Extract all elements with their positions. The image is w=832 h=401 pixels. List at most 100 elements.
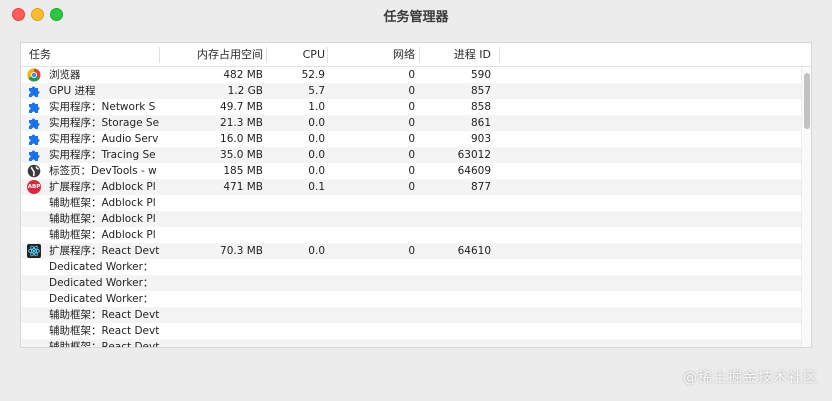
cpu-value: 0.0 xyxy=(308,165,325,177)
task-name: 辅助框架：Adblock Pl xyxy=(49,197,156,209)
memory-value xyxy=(191,227,263,243)
process-id xyxy=(441,307,491,323)
network-value: 0 xyxy=(408,181,415,193)
network-value: 0 xyxy=(408,165,415,177)
scrollbar-thumb[interactable] xyxy=(804,73,810,129)
puzzle-icon xyxy=(27,100,41,114)
column-header-cpu[interactable]: CPU xyxy=(283,43,325,67)
cpu-value: 0.0 xyxy=(308,245,325,257)
cpu-value xyxy=(283,323,325,339)
task-name: 辅助框架：React Devt xyxy=(49,309,160,321)
task-name: 辅助框架：Adblock Pl xyxy=(49,229,156,241)
cpu-value xyxy=(283,227,325,243)
memory-value xyxy=(191,307,263,323)
task-name: 扩展程序：Adblock Pl xyxy=(49,181,156,193)
process-id: 64610 xyxy=(457,245,491,257)
task-name: 实用程序：Tracing Se xyxy=(49,149,156,161)
table-row[interactable]: ABP 扩展程序：Adblock Pl 471 MB 0.1 0 877 xyxy=(21,179,801,195)
task-table: 任务 内存占用空间 CPU 网络 进程 ID 浏览器 482 MB 52.9 0 590… xyxy=(20,42,812,348)
task-name: Dedicated Worker： xyxy=(49,261,154,273)
table-row[interactable]: 标签页：DevTools - w 185 MB 0.0 0 64609 xyxy=(21,163,801,179)
cpu-value xyxy=(283,307,325,323)
network-value xyxy=(361,227,415,243)
table-row[interactable]: 辅助框架：React Devt xyxy=(21,339,801,348)
network-value xyxy=(361,259,415,275)
task-name: 扩展程序：React Devt xyxy=(49,245,160,257)
puzzle-icon xyxy=(27,148,41,162)
cpu-value xyxy=(283,275,325,291)
cpu-value xyxy=(283,259,325,275)
cpu-value: 0.0 xyxy=(308,117,325,129)
table-row[interactable]: Dedicated Worker： xyxy=(21,275,801,291)
table-header: 任务 内存占用空间 CPU 网络 进程 ID xyxy=(21,43,811,67)
cpu-value: 1.0 xyxy=(308,101,325,113)
network-value: 0 xyxy=(408,85,415,97)
memory-value: 49.7 MB xyxy=(220,101,263,113)
network-value: 0 xyxy=(408,149,415,161)
memory-value xyxy=(191,291,263,307)
column-header-memory[interactable]: 内存占用空间 xyxy=(171,43,263,67)
task-name: 实用程序：Audio Serv xyxy=(49,133,159,145)
table-row[interactable]: 辅助框架：Adblock Pl xyxy=(21,195,801,211)
column-divider[interactable] xyxy=(159,47,160,63)
process-id xyxy=(441,211,491,227)
window-title: 任务管理器 xyxy=(383,10,449,25)
network-value xyxy=(361,339,415,347)
table-row[interactable]: 实用程序：Tracing Se 35.0 MB 0.0 0 63012 xyxy=(21,147,801,163)
cpu-value xyxy=(283,195,325,211)
column-divider[interactable] xyxy=(419,47,420,63)
process-id xyxy=(441,195,491,211)
process-id xyxy=(441,323,491,339)
table-row[interactable]: 辅助框架：React Devt xyxy=(21,307,801,323)
table-row[interactable]: GPU 进程 1.2 GB 5.7 0 857 xyxy=(21,83,801,99)
network-value: 0 xyxy=(408,133,415,145)
memory-value: 21.3 MB xyxy=(220,117,263,129)
task-name: 浏览器 xyxy=(49,69,81,81)
task-manager-window: 任务管理器 任务 内存占用空间 CPU 网络 进程 ID 浏览器 482 MB 52… xyxy=(0,0,832,401)
task-name: 实用程序：Storage Se xyxy=(49,117,160,129)
cpu-value: 0.0 xyxy=(308,133,325,145)
vertical-scrollbar[interactable] xyxy=(801,67,811,347)
puzzle-icon xyxy=(27,132,41,146)
task-name: 辅助框架：React Devt xyxy=(49,341,160,348)
table-row[interactable]: 实用程序：Storage Se 21.3 MB 0.0 0 861 xyxy=(21,115,801,131)
process-id xyxy=(441,227,491,243)
task-list: 浏览器 482 MB 52.9 0 590 GPU 进程 1.2 GB 5.7 0 857 实用程序… xyxy=(21,67,801,348)
process-id: 63012 xyxy=(457,149,491,161)
memory-value xyxy=(191,211,263,227)
table-row[interactable]: Dedicated Worker： xyxy=(21,291,801,307)
puzzle-icon xyxy=(27,84,41,98)
table-row[interactable]: 辅助框架：Adblock Pl xyxy=(21,211,801,227)
memory-value: 482 MB xyxy=(223,69,263,81)
process-id: 590 xyxy=(470,69,491,81)
react-icon xyxy=(27,244,41,258)
table-row[interactable]: 实用程序：Audio Serv 16.0 MB 0.0 0 903 xyxy=(21,131,801,147)
column-header-network[interactable]: 网络 xyxy=(361,43,415,67)
table-row[interactable]: 辅助框架：Adblock Pl xyxy=(21,227,801,243)
memory-value xyxy=(191,259,263,275)
column-divider[interactable] xyxy=(327,47,328,63)
table-row[interactable]: Dedicated Worker： xyxy=(21,259,801,275)
process-id: 903 xyxy=(470,133,491,145)
cpu-value: 0.0 xyxy=(308,149,325,161)
task-name: 实用程序：Network S xyxy=(49,101,156,113)
table-row[interactable]: 浏览器 482 MB 52.9 0 590 xyxy=(21,67,801,83)
abp-icon: ABP xyxy=(27,180,41,194)
column-header-pid[interactable]: 进程 ID xyxy=(441,43,491,67)
process-id xyxy=(441,339,491,347)
network-value xyxy=(361,275,415,291)
table-row[interactable]: 扩展程序：React Devt 70.3 MB 0.0 0 64610 xyxy=(21,243,801,259)
table-row[interactable]: 实用程序：Network S 49.7 MB 1.0 0 858 xyxy=(21,99,801,115)
column-divider[interactable] xyxy=(499,47,500,63)
process-id xyxy=(441,275,491,291)
cpu-value xyxy=(283,339,325,347)
memory-value: 471 MB xyxy=(223,181,263,193)
column-divider[interactable] xyxy=(266,47,267,63)
memory-value xyxy=(191,339,263,347)
network-value: 0 xyxy=(408,69,415,81)
watermark: @稀土掘金技术社区 xyxy=(683,370,818,386)
cpu-value: 52.9 xyxy=(301,69,325,81)
memory-value xyxy=(191,275,263,291)
column-header-task[interactable]: 任务 xyxy=(29,43,51,67)
table-row[interactable]: 辅助框架：React Devt xyxy=(21,323,801,339)
